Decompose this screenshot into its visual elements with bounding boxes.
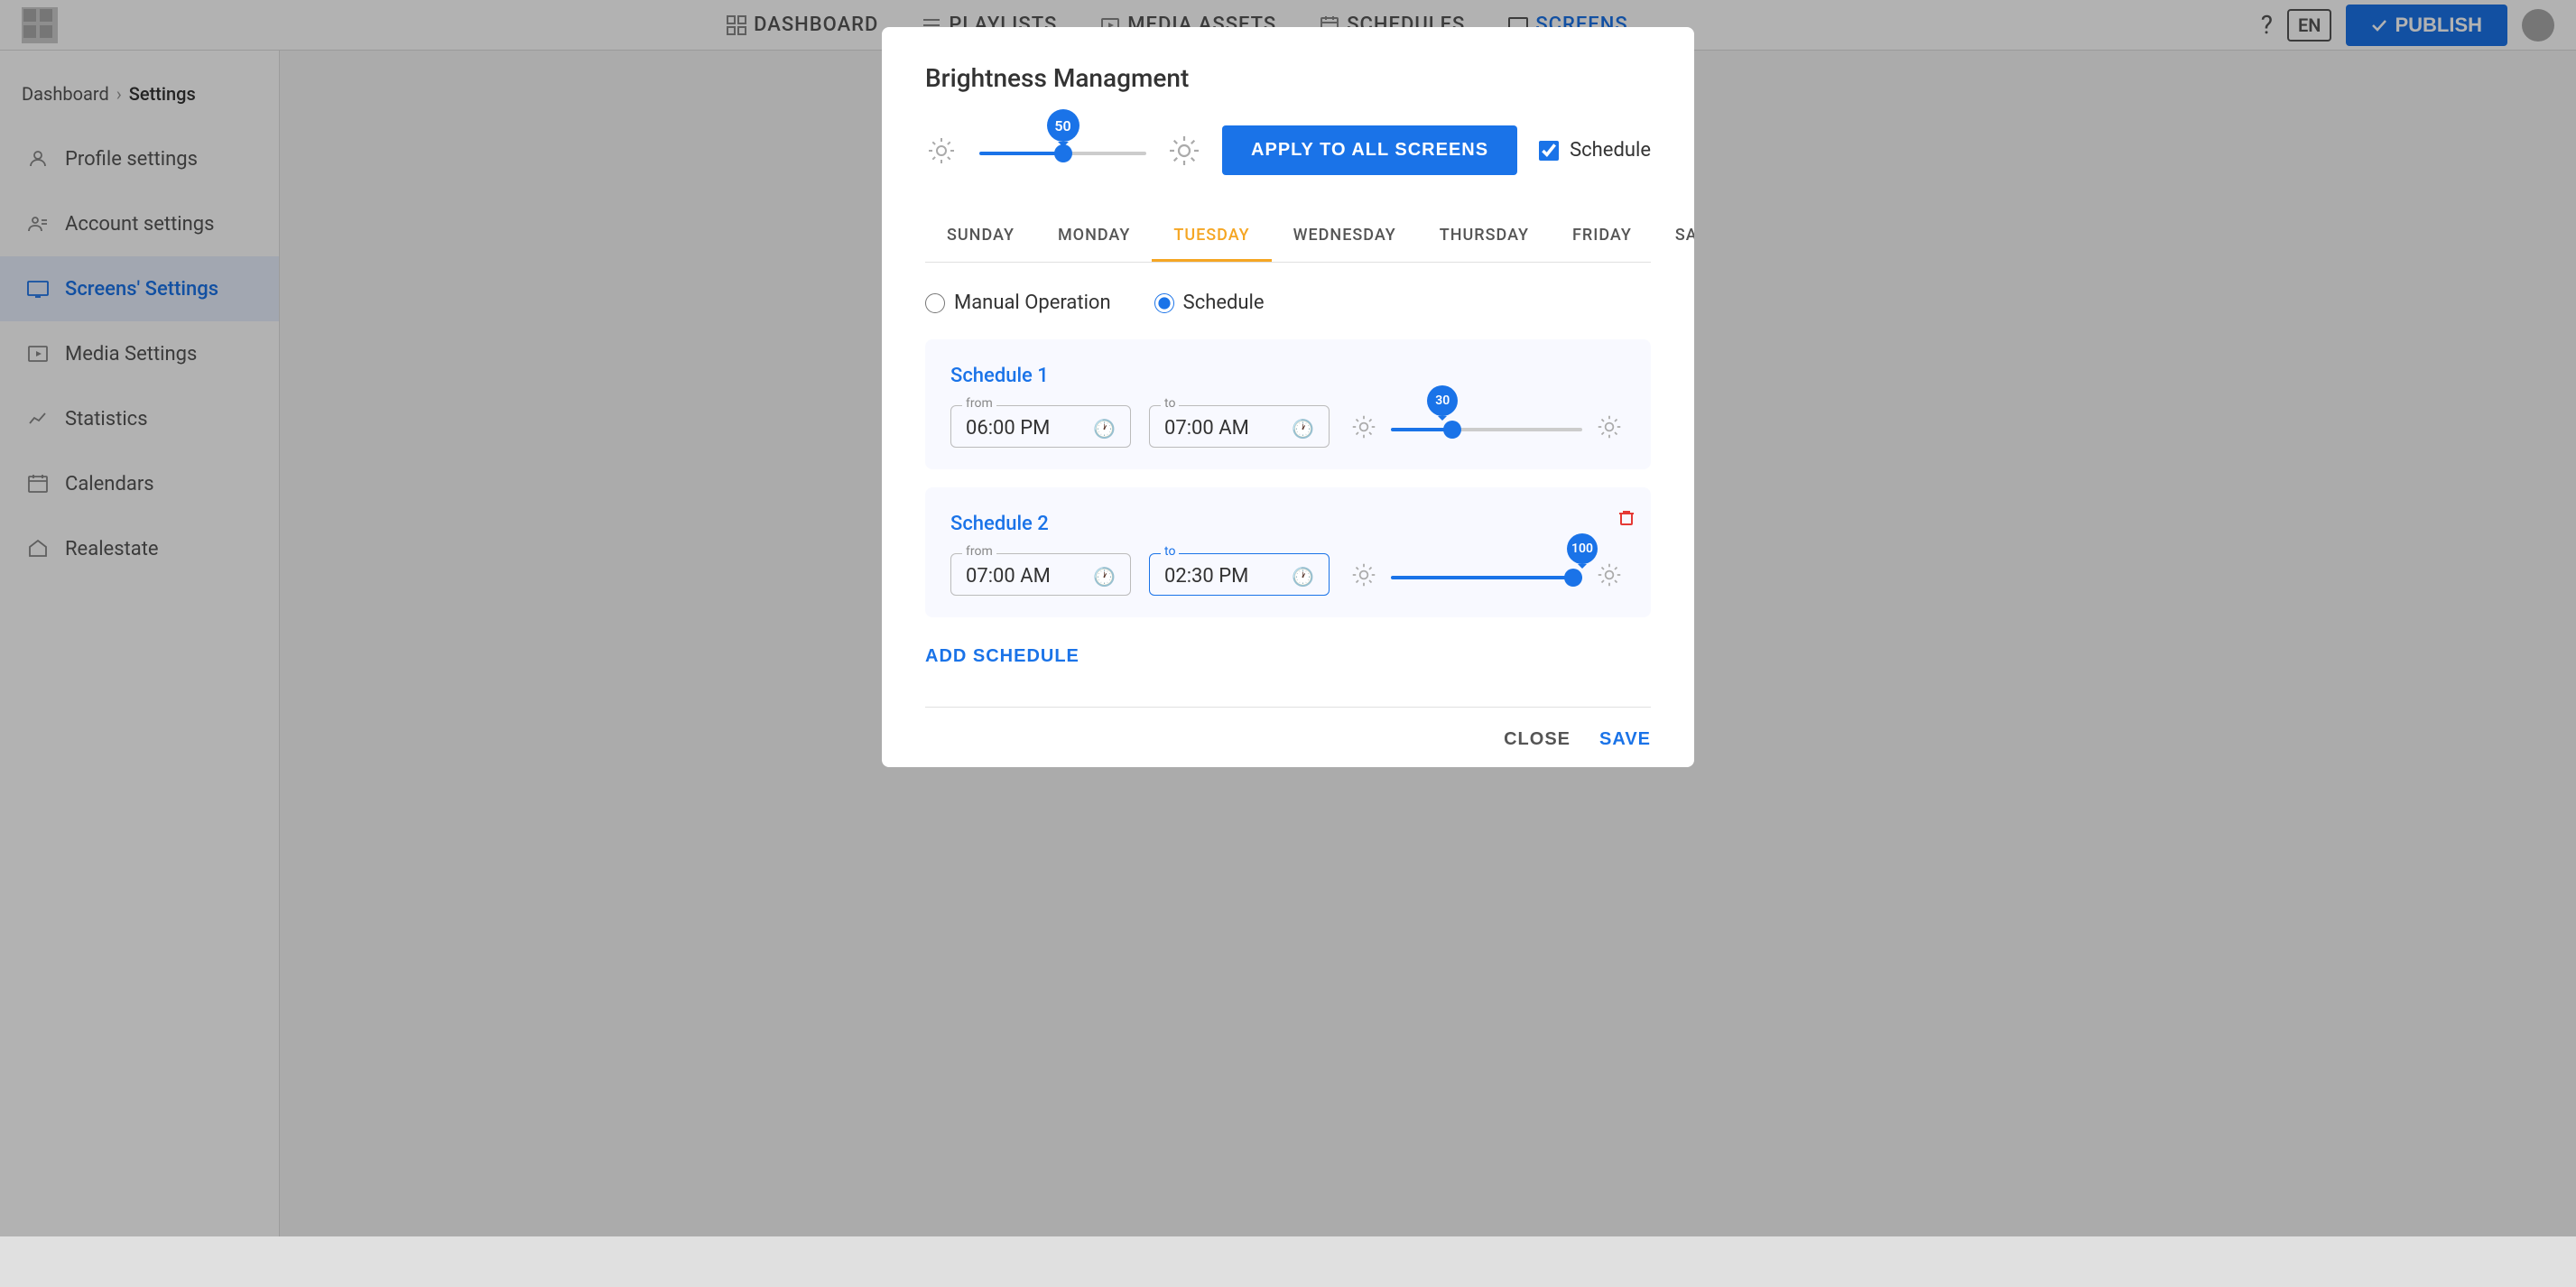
schedule-2-to-label: to (1161, 544, 1179, 559)
brightness-min-icon (925, 134, 958, 167)
delete-schedule-2-button[interactable] (1617, 502, 1636, 531)
tab-wednesday[interactable]: WEDNESDAY (1272, 211, 1418, 262)
schedule-1-title: Schedule 1 (950, 365, 1626, 387)
brightness-max-icon (1168, 134, 1200, 167)
schedule-radio[interactable] (1154, 293, 1174, 313)
clock-icon-1-from: 🕐 (1093, 418, 1116, 440)
schedule-1-range[interactable] (1391, 428, 1582, 431)
schedule-2-from-field: from 07:00 AM 🕐 (950, 553, 1131, 596)
schedule-1-max-icon (1593, 411, 1626, 443)
schedule-1-min-icon (1348, 411, 1380, 443)
operation-mode-group: Manual Operation Schedule (925, 292, 1651, 314)
tab-sunday[interactable]: SUNDAY (925, 211, 1036, 262)
tab-friday[interactable]: FRIDAY (1551, 211, 1654, 262)
tab-thursday[interactable]: THURSDAY (1418, 211, 1551, 262)
schedule-1-slider-container: 30 (1348, 411, 1626, 443)
schedule-2-min-icon (1348, 559, 1380, 591)
brightness-row: 50 APPLY TO ALL SCREENS Schedule (925, 125, 1651, 175)
schedule-1-to-label: to (1161, 396, 1179, 411)
tab-tuesday[interactable]: TUESDAY (1152, 211, 1271, 262)
schedule-2-max-icon (1593, 559, 1626, 591)
schedule-2-range[interactable] (1391, 576, 1582, 579)
schedule-1-to-input[interactable]: 07:00 AM 🕐 (1164, 417, 1314, 440)
modal-footer: CLOSE SAVE (925, 707, 1651, 750)
clock-icon-2-to: 🕐 (1292, 566, 1314, 588)
schedule-1-from-field: from 06:00 PM 🕐 (950, 405, 1131, 448)
brightness-slider[interactable] (979, 152, 1146, 155)
manual-radio[interactable] (925, 293, 945, 313)
brightness-modal: Brightness Managment 50 (882, 27, 1694, 767)
schedule-1-from-label: from (962, 396, 996, 411)
manual-operation-option[interactable]: Manual Operation (925, 292, 1111, 314)
schedule-2-to-field: to 02:30 PM 🕐 (1149, 553, 1330, 596)
schedule-2-brightness-label: 100 (1567, 533, 1598, 564)
schedule-1-to-field: to 07:00 AM 🕐 (1149, 405, 1330, 448)
schedule-2-slider-container: 100 (1348, 559, 1626, 591)
schedule-1-brightness-label: 30 (1427, 385, 1458, 416)
tab-monday[interactable]: MONDAY (1036, 211, 1152, 262)
save-button[interactable]: SAVE (1599, 729, 1651, 750)
schedule-2-title: Schedule 2 (950, 513, 1626, 535)
schedule-1-from-input[interactable]: 06:00 PM 🕐 (966, 417, 1116, 440)
schedule-card-1: Schedule 1 from 06:00 PM 🕐 to 07:00 AM 🕐 (925, 339, 1651, 469)
schedule-2-row: from 07:00 AM 🕐 to 02:30 PM 🕐 (950, 553, 1626, 596)
schedule-checkbox-wrapper: Schedule (1539, 139, 1651, 162)
schedule-2-from-input[interactable]: 07:00 AM 🕐 (966, 565, 1116, 588)
modal-title: Brightness Managment (925, 63, 1651, 93)
schedule-option[interactable]: Schedule (1154, 292, 1265, 314)
clock-icon-1-to: 🕐 (1292, 418, 1314, 440)
schedule-checkbox[interactable] (1539, 141, 1559, 161)
schedule-2-slider: 100 (1391, 566, 1582, 583)
brightness-slider-container: 50 (979, 142, 1146, 159)
schedule-1-slider: 30 (1391, 418, 1582, 435)
schedule-card-2: Schedule 2 from 07:00 AM 🕐 to 02:30 PM 🕐 (925, 487, 1651, 617)
close-button[interactable]: CLOSE (1504, 729, 1571, 750)
schedule-1-row: from 06:00 PM 🕐 to 07:00 AM 🕐 (950, 405, 1626, 448)
clock-icon-2-from: 🕐 (1093, 566, 1116, 588)
tab-saturday[interactable]: SATURDAY (1654, 211, 1694, 262)
brightness-value-label: 50 (1047, 109, 1080, 142)
day-tabs: SUNDAY MONDAY TUESDAY WEDNESDAY THURSDAY… (925, 211, 1651, 263)
apply-to-all-screens-button[interactable]: APPLY TO ALL SCREENS (1222, 125, 1517, 175)
schedule-2-from-label: from (962, 544, 996, 559)
modal-overlay[interactable]: Brightness Managment 50 (0, 0, 2576, 1236)
schedule-2-to-input[interactable]: 02:30 PM 🕐 (1164, 565, 1314, 588)
add-schedule-button[interactable]: ADD SCHEDULE (925, 635, 1080, 678)
